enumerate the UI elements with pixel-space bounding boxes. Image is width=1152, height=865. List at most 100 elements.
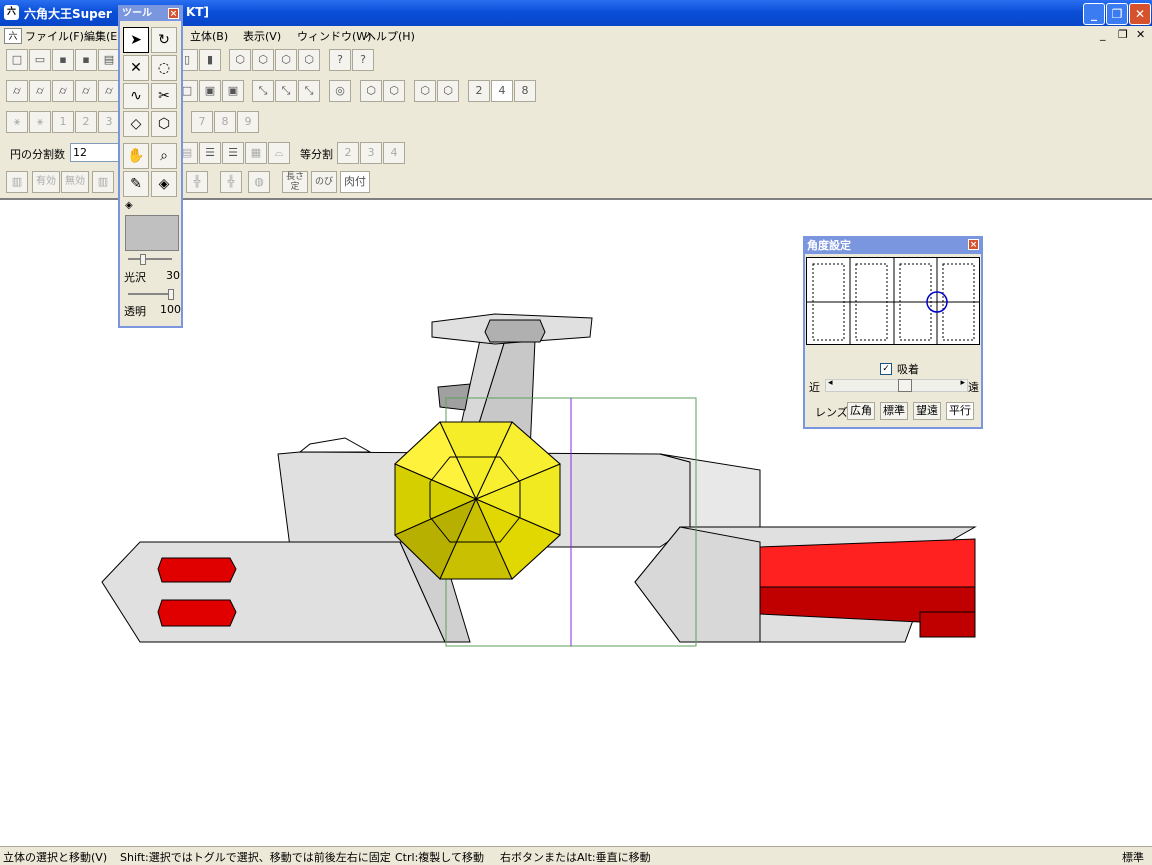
material-icon[interactable]: ▥ xyxy=(6,171,28,193)
lens-standard-button[interactable]: 標準 xyxy=(880,402,908,420)
stretch-button[interactable]: のび xyxy=(311,171,338,193)
cylinder-icon[interactable]: ⌭ xyxy=(75,80,97,102)
menu-solid[interactable]: 立体(B) xyxy=(190,28,228,44)
open-folder-icon[interactable]: ▭ xyxy=(29,49,51,71)
joint-icon[interactable]: ⤡ xyxy=(252,80,274,102)
cube-icon[interactable]: ⬡ xyxy=(383,80,405,102)
context-help-icon[interactable]: ? xyxy=(352,49,374,71)
number-8-button[interactable]: 8 xyxy=(214,111,236,133)
plane-icon[interactable]: ◇ xyxy=(123,111,149,137)
frame-icon[interactable]: ▣ xyxy=(199,80,221,102)
cylinder-icon[interactable]: ⌭ xyxy=(52,80,74,102)
number-2-button[interactable]: 2 xyxy=(75,111,97,133)
angle-preview[interactable] xyxy=(806,257,980,345)
equal-4-button[interactable]: 4 xyxy=(383,142,405,164)
minimize-button[interactable]: _ xyxy=(1083,3,1105,25)
number-1-button[interactable]: 1 xyxy=(52,111,74,133)
lens-telephoto-button[interactable]: 望遠 xyxy=(913,402,941,420)
print-icon[interactable]: ▤ xyxy=(98,49,120,71)
grid-icon[interactable]: ▦ xyxy=(245,142,267,164)
slider-right-arrow-icon[interactable]: ▸ xyxy=(960,378,965,388)
view-top-icon[interactable]: ⬡ xyxy=(275,49,297,71)
align-icon[interactable]: ☰ xyxy=(222,142,244,164)
circle-division-select[interactable]: 12 xyxy=(70,143,120,162)
menu-edit[interactable]: 編集(E) xyxy=(84,28,122,44)
new-file-icon[interactable]: □ xyxy=(6,49,28,71)
globe-icon[interactable]: ◎ xyxy=(329,80,351,102)
save-all-icon[interactable]: ▪ xyxy=(75,49,97,71)
paint-bucket-icon[interactable]: ◈ xyxy=(151,171,177,197)
bend-icon[interactable]: ⌓ xyxy=(268,142,290,164)
joint-icon[interactable]: ⤡ xyxy=(275,80,297,102)
valid-button[interactable]: 有効 xyxy=(32,171,60,193)
distance-slider-thumb[interactable] xyxy=(898,379,912,392)
equal-3-button[interactable]: 3 xyxy=(360,142,382,164)
mdi-minimize-button[interactable]: _ xyxy=(1100,28,1106,41)
align-icon[interactable]: ☰ xyxy=(199,142,221,164)
lens-wide-button[interactable]: 広角 xyxy=(847,402,875,420)
transparency-slider-thumb[interactable] xyxy=(168,289,174,300)
question-icon[interactable]: ? xyxy=(329,49,351,71)
color-swatch[interactable] xyxy=(125,215,179,251)
material-icon[interactable]: ▥ xyxy=(92,171,114,193)
number-7-button[interactable]: 7 xyxy=(191,111,213,133)
hand-icon[interactable]: ✋ xyxy=(123,143,149,169)
doc-icon[interactable]: 六 xyxy=(4,28,22,44)
menu-window[interactable]: ウィンドウ(W) xyxy=(297,28,371,44)
view-perspective-icon[interactable]: ⬡ xyxy=(298,49,320,71)
distance-slider[interactable]: ◂ ▸ xyxy=(825,378,968,392)
menu-file[interactable]: ファイル(F) xyxy=(25,28,84,44)
mirror-icon[interactable]: ⚹ xyxy=(29,111,51,133)
slider-left-arrow-icon[interactable]: ◂ xyxy=(828,378,833,388)
snap-checkbox[interactable]: ✓ xyxy=(880,363,892,375)
image-icon[interactable]: ▣ xyxy=(222,80,244,102)
lens-parallel-button[interactable]: 平行 xyxy=(946,402,974,420)
lasso-icon[interactable]: ◌ xyxy=(151,55,177,81)
cube-icon[interactable]: ⬡ xyxy=(414,80,436,102)
view-front-icon[interactable]: ⬡ xyxy=(229,49,251,71)
flesh-button[interactable]: 肉付 xyxy=(340,171,370,193)
equal-2-button[interactable]: 2 xyxy=(337,142,359,164)
grid-icon[interactable]: ╬ xyxy=(220,171,242,193)
polyline-icon[interactable]: ∿ xyxy=(123,83,149,109)
menu-help[interactable]: ヘルプ(H) xyxy=(365,28,415,44)
select-arrow-icon[interactable]: ➤ xyxy=(123,27,149,53)
invalid-button[interactable]: 無効 xyxy=(61,171,89,193)
angle-panel-title-bar[interactable]: 角度設定 × xyxy=(805,238,981,254)
menu-view[interactable]: 表示(V) xyxy=(243,28,281,44)
cylinder-icon[interactable]: ⌭ xyxy=(6,80,28,102)
maximize-button[interactable]: ❐ xyxy=(1106,3,1128,25)
cube-icon[interactable]: ⬡ xyxy=(151,111,177,137)
joint-icon[interactable]: ⤡ xyxy=(298,80,320,102)
paste-icon[interactable]: ▮ xyxy=(199,49,221,71)
rotate-icon[interactable]: ↻ xyxy=(151,27,177,53)
mirror-icon[interactable]: ⚹ xyxy=(6,111,28,133)
zoom-icon[interactable]: ⌕ xyxy=(151,143,177,169)
knife-icon[interactable]: ✂ xyxy=(151,83,177,109)
view-side-icon[interactable]: ⬡ xyxy=(252,49,274,71)
number-9-button[interactable]: 9 xyxy=(237,111,259,133)
number-3-button[interactable]: 3 xyxy=(98,111,120,133)
length-fix-button[interactable]: 長さ定 xyxy=(282,171,309,193)
close-button[interactable]: ✕ xyxy=(1129,3,1151,25)
app-icon[interactable]: 六 xyxy=(4,5,19,20)
grid-icon[interactable]: ╬ xyxy=(186,171,208,193)
gloss-slider-thumb[interactable] xyxy=(140,254,146,265)
angle-panel-close-icon[interactable]: × xyxy=(968,239,979,250)
cube-icon[interactable]: ⬡ xyxy=(437,80,459,102)
tool-palette-title-bar[interactable]: ツール × xyxy=(120,7,181,21)
transparency-slider[interactable] xyxy=(128,289,174,300)
mdi-close-button[interactable]: ✕ xyxy=(1136,28,1145,41)
cylinder-icon[interactable]: ⌭ xyxy=(29,80,51,102)
eyedropper-icon[interactable]: ✎ xyxy=(123,171,149,197)
mdi-restore-button[interactable]: ❐ xyxy=(1118,28,1128,41)
angle-settings-panel[interactable]: 角度設定 × ✓ 吸着 近 ◂ ▸ 遠 レンズ 広角 標準 望遠 平行 xyxy=(803,236,983,429)
sphere-icon[interactable]: ◍ xyxy=(248,171,270,193)
grid-8-button[interactable]: 8 xyxy=(514,80,536,102)
tool-palette[interactable]: ツール × ➤ ↻ ✕ ◌ ∿ ✂ ◇ ⬡ ✋ ⌕ ✎ ◈ ◈ 光沢 30 透明… xyxy=(118,5,183,328)
gloss-slider[interactable] xyxy=(128,254,172,265)
add-point-icon[interactable]: ✕ xyxy=(123,55,149,81)
save-icon[interactable]: ▪ xyxy=(52,49,74,71)
cube-icon[interactable]: ⬡ xyxy=(360,80,382,102)
cylinder-icon[interactable]: ⌭ xyxy=(98,80,120,102)
